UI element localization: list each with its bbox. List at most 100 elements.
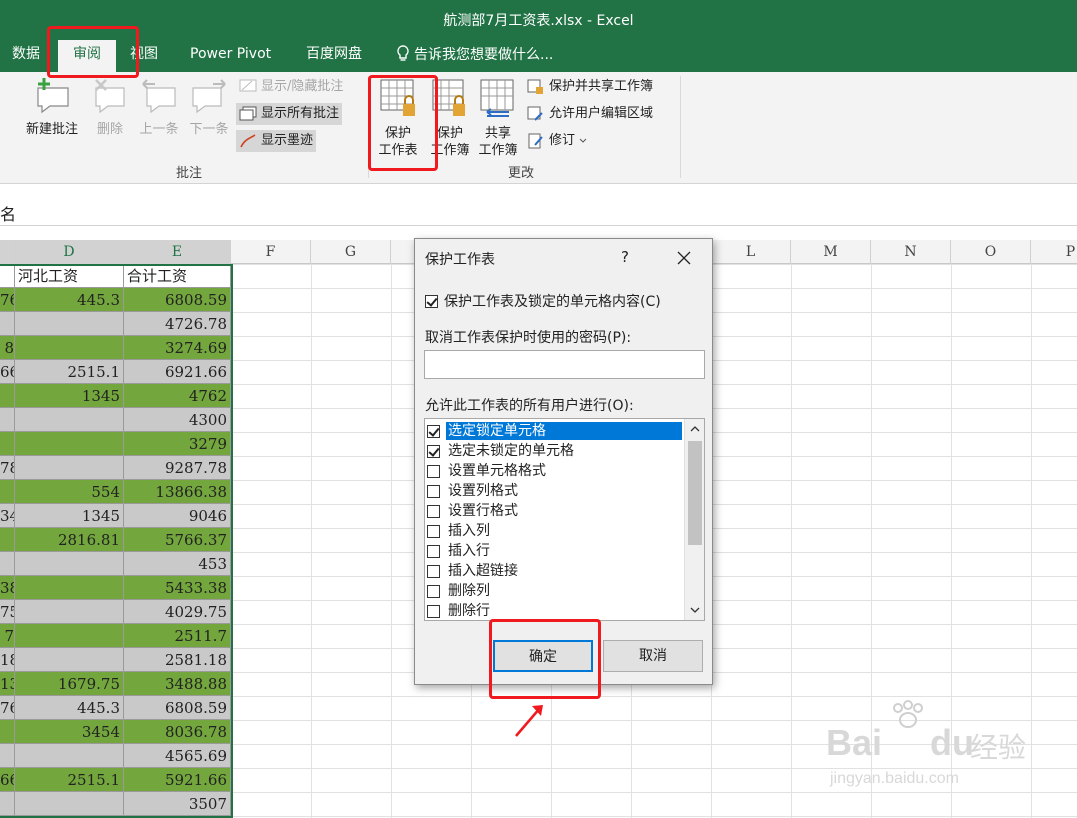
show-all-comments-button[interactable]: 显示所有批注 [236,103,343,125]
cell[interactable]: 2581.18 [124,648,231,672]
cell[interactable] [0,480,15,504]
cell[interactable]: 13 [0,672,15,696]
list-item[interactable]: 设置列格式 [427,481,682,501]
cell[interactable] [15,600,124,624]
column-header-g[interactable]: G [311,240,391,264]
cell[interactable]: 5921.66 [124,768,231,792]
checkbox-checked[interactable] [425,294,438,308]
password-input[interactable] [424,350,705,379]
cell[interactable] [0,552,15,576]
ok-button[interactable]: 确定 [493,640,593,672]
cell[interactable]: 2515.1 [15,768,124,792]
cell[interactable]: 34 [0,504,15,528]
column-header-o[interactable]: O [951,240,1031,264]
track-changes-button[interactable]: 修订 [524,130,590,152]
checkbox-unchecked[interactable] [427,504,440,518]
cell[interactable]: 76 [0,288,15,312]
cell[interactable]: 78 [0,456,15,480]
cell[interactable]: 1679.75 [15,672,124,696]
protect-sheet-button[interactable]: 保护 工作表 [372,78,424,159]
cell[interactable] [0,408,15,432]
cell[interactable]: 9046 [124,504,231,528]
cell[interactable]: 6808.59 [124,288,231,312]
checkbox-unchecked[interactable] [427,604,440,618]
cell[interactable]: 66 [0,360,15,384]
cell[interactable]: 3507 [124,792,231,816]
tab-baidu-netdisk[interactable]: 百度网盘 [306,44,362,64]
cell[interactable] [15,744,124,768]
cell[interactable]: 5433.38 [124,576,231,600]
tab-power-pivot[interactable]: Power Pivot [190,44,271,64]
list-item[interactable]: 删除行 [427,601,682,620]
cell[interactable]: 4726.78 [124,312,231,336]
cell[interactable]: 445.3 [15,696,124,720]
column-header-l[interactable]: L [711,240,791,264]
cell[interactable] [0,720,15,744]
column-header-f[interactable]: F [231,240,311,264]
delete-comment-button[interactable]: 删除 [88,76,132,138]
cell[interactable]: 66 [0,768,15,792]
scroll-down-icon[interactable] [689,604,701,616]
new-comment-button[interactable]: 新建批注 [20,76,84,138]
tab-view[interactable]: 视图 [130,44,158,64]
cell[interactable]: 445.3 [15,288,124,312]
cell[interactable]: 6808.59 [124,696,231,720]
checkbox-unchecked[interactable] [427,464,440,478]
cell[interactable]: 3279 [124,432,231,456]
cell[interactable] [15,456,124,480]
show-hide-comment-button[interactable]: 显示/隐藏批注 [236,76,346,98]
formula-bar[interactable]: 名 [0,198,1077,226]
cell[interactable]: 2816.81 [15,528,124,552]
checkbox-unchecked[interactable] [427,564,440,578]
cell[interactable]: 4762 [124,384,231,408]
list-item[interactable]: 删除列 [427,581,682,601]
cell[interactable]: 554 [15,480,124,504]
cell[interactable] [0,264,15,288]
column-header-n[interactable]: N [871,240,951,264]
cell[interactable] [0,528,15,552]
scroll-thumb[interactable] [688,441,702,545]
help-button[interactable]: ? [621,248,629,266]
cell[interactable] [15,432,124,456]
protect-workbook-button[interactable]: 保护 工作簿 [428,78,472,159]
checkbox-unchecked[interactable] [427,544,440,558]
cell[interactable]: 38 [0,576,15,600]
checkbox-unchecked[interactable] [427,484,440,498]
cell[interactable]: 1345 [15,504,124,528]
header-total-salary[interactable]: 合计工资 [124,264,231,288]
cell[interactable] [15,648,124,672]
cell[interactable] [15,336,124,360]
cell[interactable] [15,792,124,816]
cell[interactable]: 3274.69 [124,336,231,360]
tab-review[interactable]: 审阅 [58,40,116,72]
cell[interactable]: 75 [0,600,15,624]
list-item[interactable]: 插入超链接 [427,561,682,581]
cell[interactable]: 6921.66 [124,360,231,384]
cell[interactable] [0,792,15,816]
header-hebei-salary[interactable]: 河北工资 [15,264,124,288]
next-comment-button[interactable]: 下一条 [186,76,232,138]
protect-contents-checkbox[interactable]: 保护工作表及锁定的单元格内容(C) [425,291,661,311]
cell[interactable] [0,432,15,456]
cell[interactable]: 18 [0,648,15,672]
cell[interactable]: 7 [0,624,15,648]
previous-comment-button[interactable]: 上一条 [136,76,182,138]
list-item[interactable]: 设置行格式 [427,501,682,521]
cell[interactable] [15,552,124,576]
column-header-e[interactable]: E [124,240,231,264]
checkbox-unchecked[interactable] [427,584,440,598]
cell[interactable]: 76 [0,696,15,720]
column-header-p[interactable]: P [1031,240,1077,264]
column-header-d[interactable]: D [15,240,124,264]
permissions-list[interactable]: 选定锁定单元格 选定未锁定的单元格 设置单元格格式 设置列格式 设置行格式 插入列 插入行插… [424,418,705,621]
scroll-up-icon[interactable] [689,423,701,435]
close-button[interactable] [673,247,695,269]
cell[interactable]: 9287.78 [124,456,231,480]
cell[interactable] [0,312,15,336]
tab-data[interactable]: 数据 [12,44,40,64]
list-item[interactable]: 选定未锁定的单元格 [427,441,682,461]
protect-and-share-button[interactable]: 保护并共享工作簿 [524,76,656,98]
list-item[interactable]: 选定锁定单元格 [427,421,682,441]
list-item[interactable]: 插入行 [427,541,682,561]
cell[interactable]: 4565.69 [124,744,231,768]
